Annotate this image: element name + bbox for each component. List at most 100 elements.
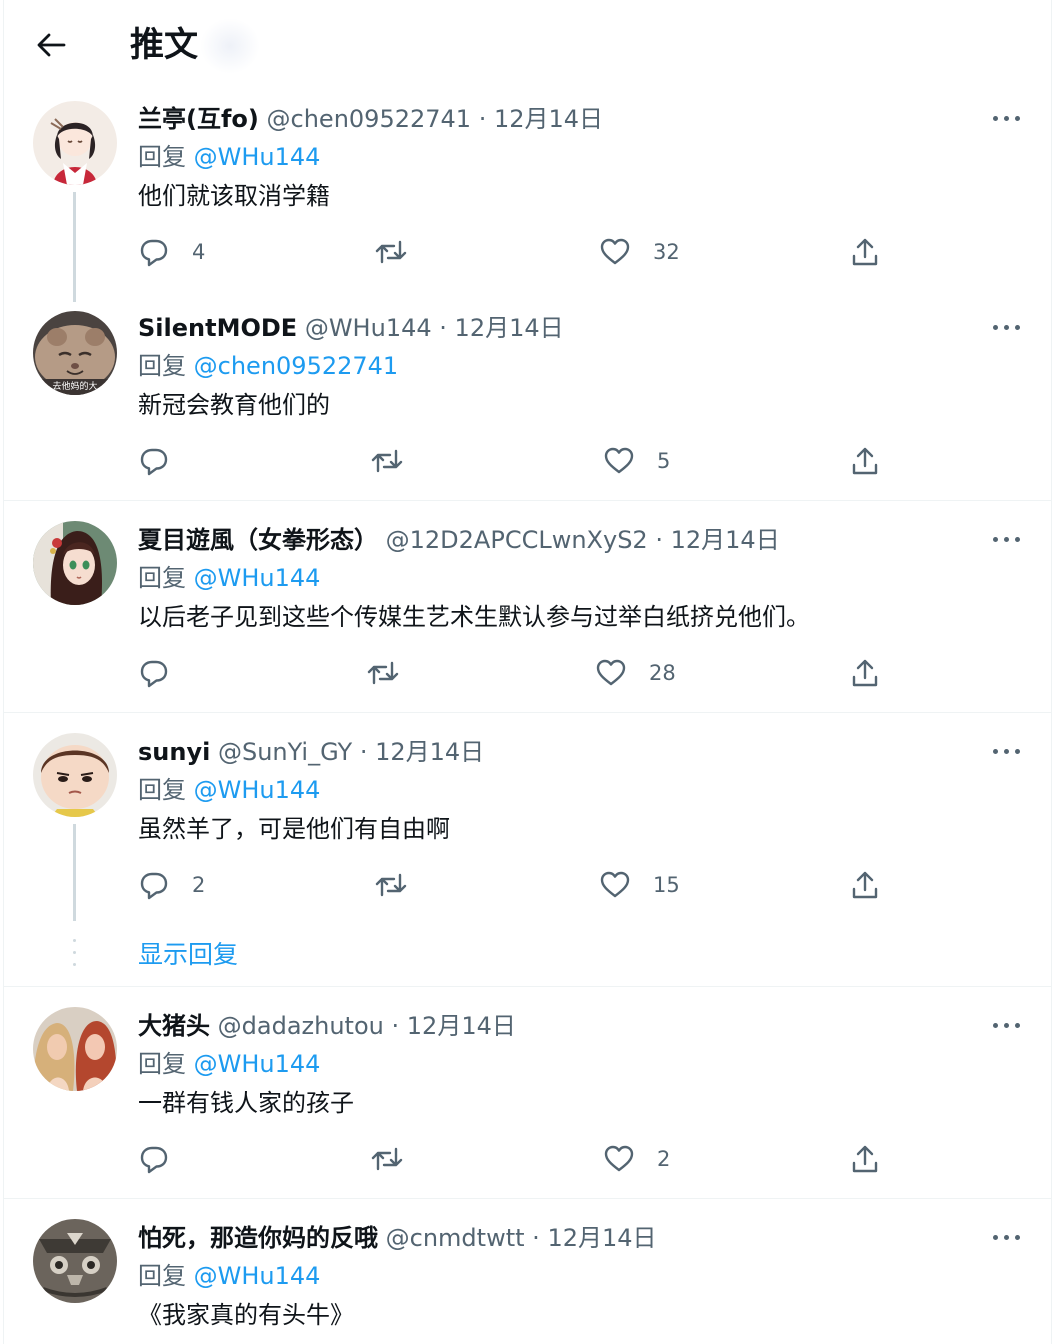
reply-label: 回复 (138, 143, 194, 171)
more-options-button[interactable] (990, 1015, 1024, 1035)
tweet-date[interactable]: 12月14日 (547, 1224, 656, 1252)
avatar-caption: 去他妈的大 (52, 380, 97, 392)
avatar[interactable] (33, 101, 117, 185)
title-highlight (200, 18, 260, 74)
tweet-header: SilentMODE @WHu144 · 12月14日 (138, 312, 564, 344)
share-button[interactable] (849, 656, 881, 690)
tweet-header: 夏目遊風（女拳形态） @12D2APCCLwnXyS2 · 12月14日 (138, 524, 780, 556)
user-handle[interactable]: @WHu144 (305, 314, 432, 342)
separator-dot: · (439, 314, 447, 342)
reply-button[interactable] (138, 1142, 170, 1176)
mention-link[interactable]: @WHu144 (194, 143, 321, 171)
reply-button[interactable]: 2 (138, 868, 205, 902)
tweet-text: 虽然羊了，可是他们有自由啊 (138, 815, 450, 843)
share-button[interactable] (849, 868, 881, 902)
reply-button[interactable]: 4 (138, 235, 205, 269)
like-count: 5 (657, 449, 671, 473)
user-handle[interactable]: @SunYi_GY (218, 738, 352, 766)
separator-dot: · (655, 526, 663, 554)
tweet-text: 以后老子见到这些个传媒生艺术生默认参与过举白纸挤兑他们。 (138, 603, 810, 631)
page-header: 推文 (0, 0, 1054, 90)
reply-label: 回复 (138, 352, 194, 380)
display-name[interactable]: 夏目遊風（女拳形态） (138, 526, 378, 554)
share-button[interactable] (849, 1142, 881, 1176)
retweet-button[interactable] (370, 444, 404, 478)
mention-link[interactable]: @WHu144 (194, 564, 321, 592)
reply-button[interactable] (138, 444, 170, 478)
separator-dot: · (359, 738, 368, 766)
mention-link[interactable]: @chen09522741 (194, 352, 399, 380)
tweet-header: 大猪头 @dadazhutou · 12月14日 (138, 1010, 516, 1042)
like-button[interactable]: 32 (599, 235, 680, 269)
more-options-button[interactable] (990, 1227, 1024, 1247)
user-handle[interactable]: @cnmdtwtt (386, 1224, 525, 1252)
reply-label: 回复 (138, 564, 194, 592)
retweet-icon (375, 873, 407, 897)
display-name[interactable]: 大猪头 (138, 1012, 210, 1040)
tweet-date[interactable]: 12月14日 (494, 105, 603, 133)
display-name[interactable]: sunyi (138, 738, 210, 766)
tweet-text: 《我家真的有头牛》 (138, 1301, 354, 1329)
thread-connector (73, 192, 76, 302)
display-name[interactable]: 兰亭(互fo) (138, 105, 259, 133)
avatar[interactable] (33, 1007, 117, 1091)
tweet-header: 兰亭(互fo) @chen09522741 · 12月14日 (138, 103, 603, 135)
retweet-button[interactable] (366, 656, 400, 690)
retweet-icon (371, 449, 403, 473)
tweet-text: 新冠会教育他们的 (138, 391, 330, 419)
tweet-date[interactable]: 12月14日 (407, 1012, 516, 1040)
share-button[interactable] (849, 444, 881, 478)
separator-dot: · (532, 1224, 540, 1252)
tweet-text: 他们就该取消学籍 (138, 182, 330, 210)
replying-to: 回复 @WHu144 (138, 1048, 320, 1080)
avatar-image (33, 1219, 117, 1303)
like-count: 15 (653, 873, 680, 897)
tweet-date[interactable]: 12月14日 (455, 314, 564, 342)
tweet-divider (3, 712, 1051, 713)
display-name[interactable]: SilentMODE (138, 314, 297, 342)
share-button[interactable] (849, 235, 881, 269)
avatar-image: 去他妈的大 (33, 311, 117, 395)
like-count: 32 (653, 240, 680, 264)
more-options-button[interactable] (990, 317, 1024, 337)
retweet-button[interactable] (370, 1142, 404, 1176)
more-options-button[interactable] (990, 108, 1024, 128)
tweet-date[interactable]: 12月14日 (375, 738, 484, 766)
display-name[interactable]: 怕死，那造你妈的反哦 (138, 1224, 378, 1252)
share-upload-icon (852, 871, 878, 899)
user-handle[interactable]: @dadazhutou (218, 1012, 384, 1040)
avatar[interactable]: 去他妈的大 (33, 311, 117, 395)
replying-to: 回复 @WHu144 (138, 774, 320, 806)
share-upload-icon (852, 447, 878, 475)
retweet-button[interactable] (374, 235, 408, 269)
like-count: 2 (657, 1147, 671, 1171)
tweet-header: sunyi @SunYi_GY · 12月14日 (138, 736, 484, 768)
reply-button[interactable] (138, 656, 170, 690)
user-handle[interactable]: @12D2APCCLwnXyS2 (386, 526, 648, 554)
avatar[interactable] (33, 733, 117, 817)
share-upload-icon (852, 238, 878, 266)
reply-label: 回复 (138, 776, 194, 804)
tweet-date[interactable]: 12月14日 (671, 526, 780, 554)
like-button[interactable]: 28 (595, 656, 676, 690)
like-button[interactable]: 15 (599, 868, 680, 902)
more-options-button[interactable] (990, 741, 1024, 761)
mention-link[interactable]: @WHu144 (194, 776, 321, 804)
back-button[interactable] (32, 26, 70, 64)
heart-icon (596, 659, 626, 686)
mention-link[interactable]: @WHu144 (194, 1262, 321, 1290)
more-options-button[interactable] (990, 529, 1024, 549)
retweet-icon (375, 240, 407, 264)
avatar[interactable] (33, 521, 117, 605)
speech-bubble-icon (140, 448, 168, 476)
column-border-left (3, 0, 4, 1344)
retweet-button[interactable] (374, 868, 408, 902)
user-handle[interactable]: @chen09522741 (267, 105, 472, 133)
show-replies-link[interactable]: 显示回复 (138, 938, 238, 972)
avatar[interactable] (33, 1219, 117, 1303)
like-button[interactable]: 2 (603, 1142, 670, 1176)
replying-to: 回复 @WHu144 (138, 562, 320, 594)
reply-count: 2 (192, 873, 206, 897)
mention-link[interactable]: @WHu144 (194, 1050, 321, 1078)
like-button[interactable]: 5 (603, 444, 670, 478)
